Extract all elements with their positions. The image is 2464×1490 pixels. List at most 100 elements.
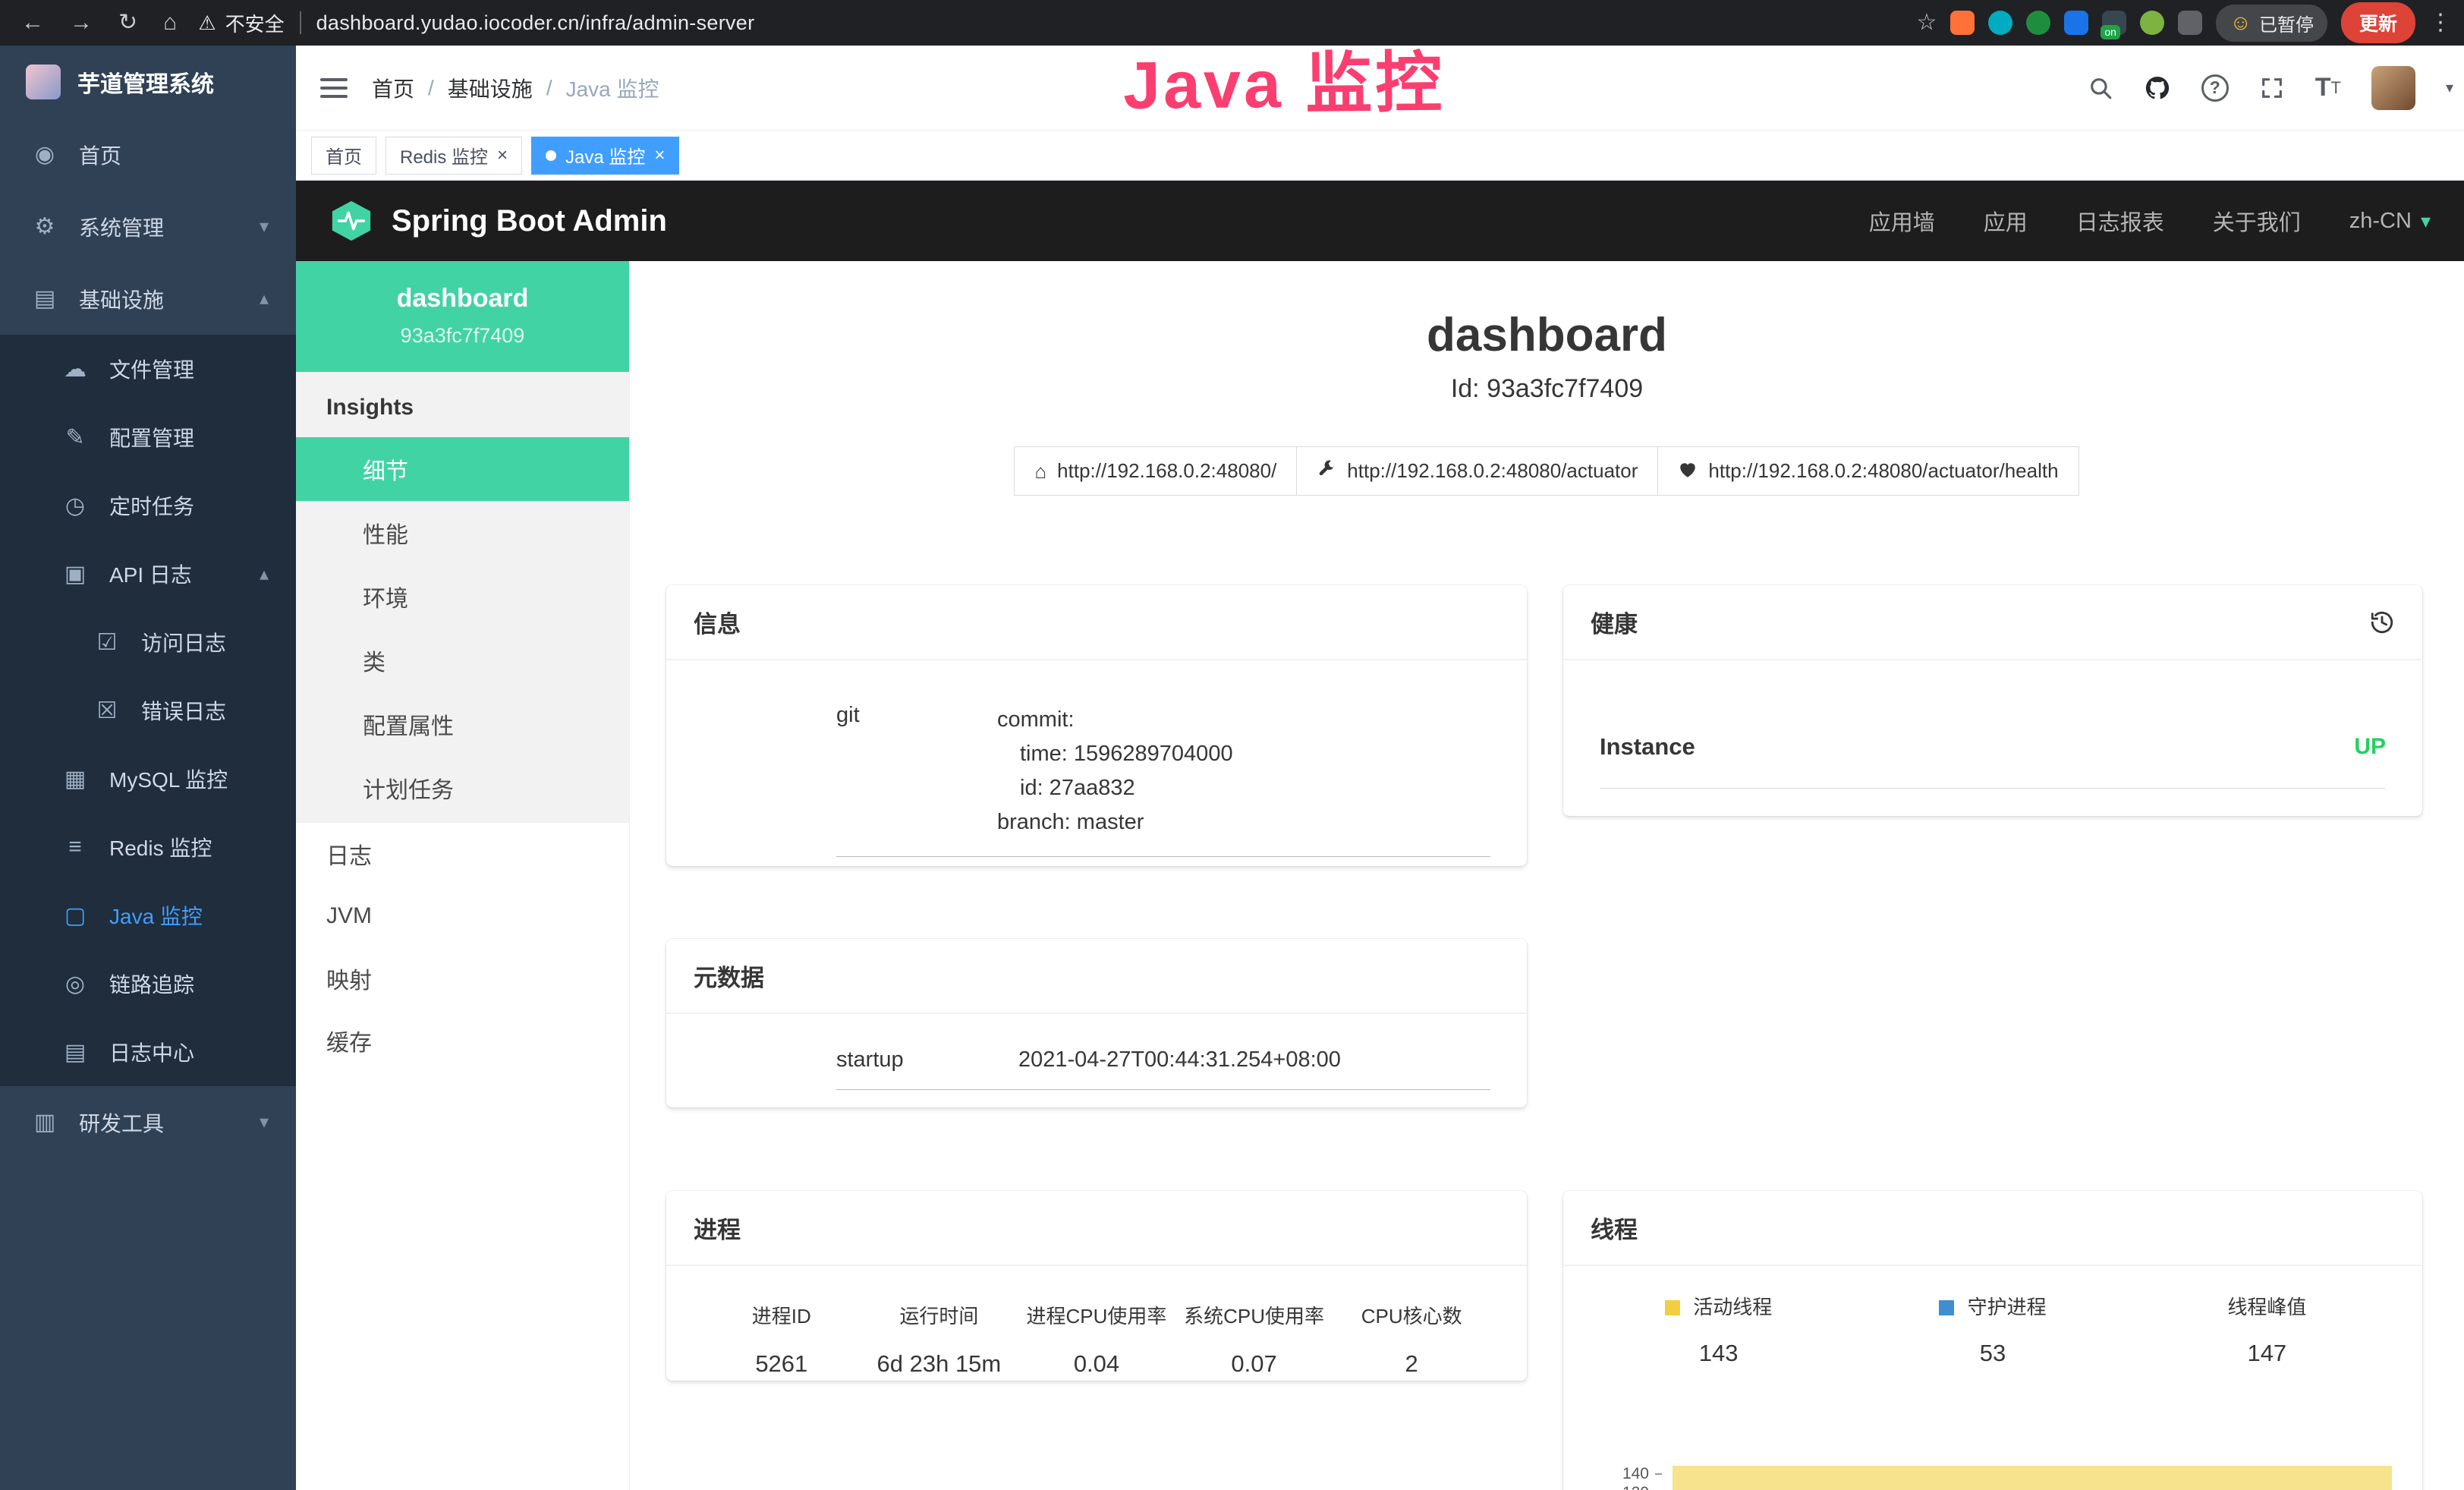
app-title: 芋道管理系统 xyxy=(77,65,214,99)
sba-nav-journal[interactable]: 日志报表 xyxy=(2076,205,2164,237)
sidebar-item-system[interactable]: ⚙ 系统管理 ▾ xyxy=(0,191,296,263)
tab-home[interactable]: 首页 xyxy=(311,137,376,175)
timer-icon: ◷ xyxy=(61,493,90,519)
sba-item-caches[interactable]: 缓存 xyxy=(296,1010,629,1072)
app-logo[interactable]: 芋道管理系统 xyxy=(0,46,296,118)
legend-swatch-yellow xyxy=(1665,1300,1680,1315)
reload-icon[interactable]: ↻ xyxy=(118,11,137,34)
browser-menu-icon[interactable]: ⋮ xyxy=(2429,11,2452,34)
legend-swatch-blue xyxy=(1939,1300,1954,1315)
sidebar-item-scheduled-tasks[interactable]: ◷ 定时任务 xyxy=(0,471,296,540)
sidebar-item-api-logs[interactable]: ▣ API 日志 ▴ xyxy=(0,540,296,608)
sidebar-item-mysql-monitor[interactable]: ▦ MySQL 监控 xyxy=(0,745,296,813)
sba-brand[interactable]: Spring Boot Admin xyxy=(329,199,667,243)
sba-item-scheduled-tasks[interactable]: 计划任务 xyxy=(296,756,629,820)
health-url-link[interactable]: http://192.168.0.2:48080/actuator/health xyxy=(1657,446,2079,496)
sba-nav: 应用墙 应用 日志报表 关于我们 zh-CN ▾ xyxy=(1869,205,2431,237)
extension-icon-4[interactable] xyxy=(2064,11,2088,35)
sba-item-mappings[interactable]: 映射 xyxy=(296,947,629,1010)
extension-icon-2[interactable] xyxy=(1988,11,2012,35)
security-indicator[interactable]: ⚠ 不安全 xyxy=(198,9,284,37)
search-icon[interactable] xyxy=(2088,75,2113,101)
process-card: 进程 进程ID 5261 运行时间 6d 23h 15m 59s xyxy=(666,1191,1527,1381)
stat-uptime: 运行时间 6d 23h 15m 59s xyxy=(861,1301,1018,1381)
sba-nav-about[interactable]: 关于我们 xyxy=(2213,205,2301,237)
sba-item-classes[interactable]: 类 xyxy=(296,628,629,692)
metadata-card-title: 元数据 xyxy=(694,959,764,993)
mysql-icon: ▦ xyxy=(61,766,90,792)
tab-label: Redis 监控 xyxy=(400,142,488,169)
wrench-icon xyxy=(1317,460,1336,483)
fullscreen-icon[interactable] xyxy=(2259,75,2285,101)
sidebar-item-label: Redis 监控 xyxy=(109,832,212,862)
sba-item-jvm[interactable]: JVM xyxy=(296,885,629,947)
browser-home-icon[interactable]: ⌂ xyxy=(163,11,177,34)
extension-icon-5[interactable]: on xyxy=(2102,11,2126,35)
service-url-link[interactable]: ⌂ http://192.168.0.2:48080/ xyxy=(1014,446,1297,496)
sba-locale-label: zh-CN xyxy=(2349,209,2412,234)
sba-item-metrics[interactable]: 性能 xyxy=(296,501,629,565)
history-icon[interactable] xyxy=(2369,610,2395,635)
sba-instance-block[interactable]: dashboard 93a3fc7f7409 xyxy=(296,261,629,372)
chevron-down-icon: ▾ xyxy=(260,216,269,238)
sba-nav-applications[interactable]: 应用 xyxy=(1984,205,2028,237)
breadcrumb-current: Java 监控 xyxy=(566,73,659,103)
chevron-up-icon: ▴ xyxy=(260,288,269,310)
close-icon[interactable]: × xyxy=(654,146,665,165)
gear-icon: ⚙ xyxy=(30,213,59,240)
sidebar-item-error-logs[interactable]: ☒ 错误日志 xyxy=(0,676,296,745)
tab-java-monitor[interactable]: Java 监控 × xyxy=(531,137,679,175)
sidebar-item-tracing[interactable]: ◎ 链路追踪 xyxy=(0,950,296,1018)
on-badge: on xyxy=(2101,25,2120,39)
threads-card-title: 线程 xyxy=(1591,1211,1638,1245)
sidebar-item-label: 定时任务 xyxy=(109,490,194,521)
bookmark-star-icon[interactable]: ☆ xyxy=(1916,11,1937,34)
sba-locale-select[interactable]: zh-CN ▾ xyxy=(2349,209,2431,234)
extension-icon-6[interactable] xyxy=(2140,11,2164,35)
sba-item-logs[interactable]: 日志 xyxy=(296,823,629,885)
help-icon[interactable]: ? xyxy=(2201,74,2229,102)
tab-redis-monitor[interactable]: Redis 监控 × xyxy=(385,137,522,175)
service-url-label: http://192.168.0.2:48080/ xyxy=(1057,459,1276,483)
address-bar[interactable]: dashboard.yudao.iocoder.cn/infra/admin-s… xyxy=(316,11,755,35)
actuator-url-link[interactable]: http://192.168.0.2:48080/actuator xyxy=(1296,446,1658,496)
user-menu-caret-icon[interactable]: ▾ xyxy=(2446,78,2453,97)
font-size-icon[interactable]: TT xyxy=(2315,73,2341,102)
sidebar-item-config-manage[interactable]: ✎ 配置管理 xyxy=(0,403,296,471)
sba-item-details[interactable]: 细节 xyxy=(296,437,629,501)
sidebar-item-label: API 日志 xyxy=(109,559,192,589)
sba-item-config-props[interactable]: 配置属性 xyxy=(296,692,629,756)
peak-threads-value: 147 xyxy=(2130,1340,2404,1367)
breadcrumb-home[interactable]: 首页 xyxy=(372,73,414,103)
sidebar-item-label: 研发工具 xyxy=(79,1107,164,1138)
sba-instance-id: 93a3fc7f7409 xyxy=(304,324,622,348)
header-actions: ? TT ▾ xyxy=(2088,66,2464,110)
extension-icon-3[interactable] xyxy=(2026,11,2050,35)
sidebar-item-redis-monitor[interactable]: ≡ Redis 监控 xyxy=(0,813,296,881)
sidebar-item-label: 链路追踪 xyxy=(109,969,194,999)
sba-item-environment[interactable]: 环境 xyxy=(296,565,629,628)
sba-nav-wallboard[interactable]: 应用墙 xyxy=(1869,205,1935,237)
sidebar-item-access-logs[interactable]: ☑ 访问日志 xyxy=(0,608,296,676)
paused-extension-badge[interactable]: ☺ 已暂停 xyxy=(2216,5,2327,42)
sidebar-item-java-monitor[interactable]: ▢ Java 监控 xyxy=(0,881,296,950)
extension-icon-1[interactable] xyxy=(1950,11,1975,35)
github-icon[interactable] xyxy=(2144,74,2171,102)
forward-icon[interactable]: → xyxy=(70,11,93,34)
sidebar-item-label: 基础设施 xyxy=(79,284,164,314)
sba-insights-section: Insights 细节 性能 环境 类 配置属性 计划任务 xyxy=(296,372,629,823)
annotation-text: Java 监控 xyxy=(1122,29,1445,128)
breadcrumb-infrastructure[interactable]: 基础设施 xyxy=(448,73,533,103)
sidebar-item-file-manage[interactable]: ☁ 文件管理 xyxy=(0,335,296,403)
sidebar-item-devtools[interactable]: ▥ 研发工具 ▾ xyxy=(0,1086,296,1158)
extension-icon-7[interactable] xyxy=(2178,11,2202,35)
sba-main: dashboard Id: 93a3fc7f7409 ⌂ http://192.… xyxy=(630,261,2464,1490)
close-icon[interactable]: × xyxy=(497,146,508,165)
back-icon[interactable]: ← xyxy=(21,11,44,34)
sidebar-item-home[interactable]: ◉ 首页 xyxy=(0,118,296,191)
hamburger-icon[interactable] xyxy=(296,78,372,98)
user-avatar[interactable] xyxy=(2371,66,2415,110)
sidebar-item-log-center[interactable]: ▤ 日志中心 xyxy=(0,1018,296,1086)
sidebar-item-infrastructure[interactable]: ▤ 基础设施 ▴ xyxy=(0,263,296,335)
chrome-update-button[interactable]: 更新 xyxy=(2341,2,2415,43)
